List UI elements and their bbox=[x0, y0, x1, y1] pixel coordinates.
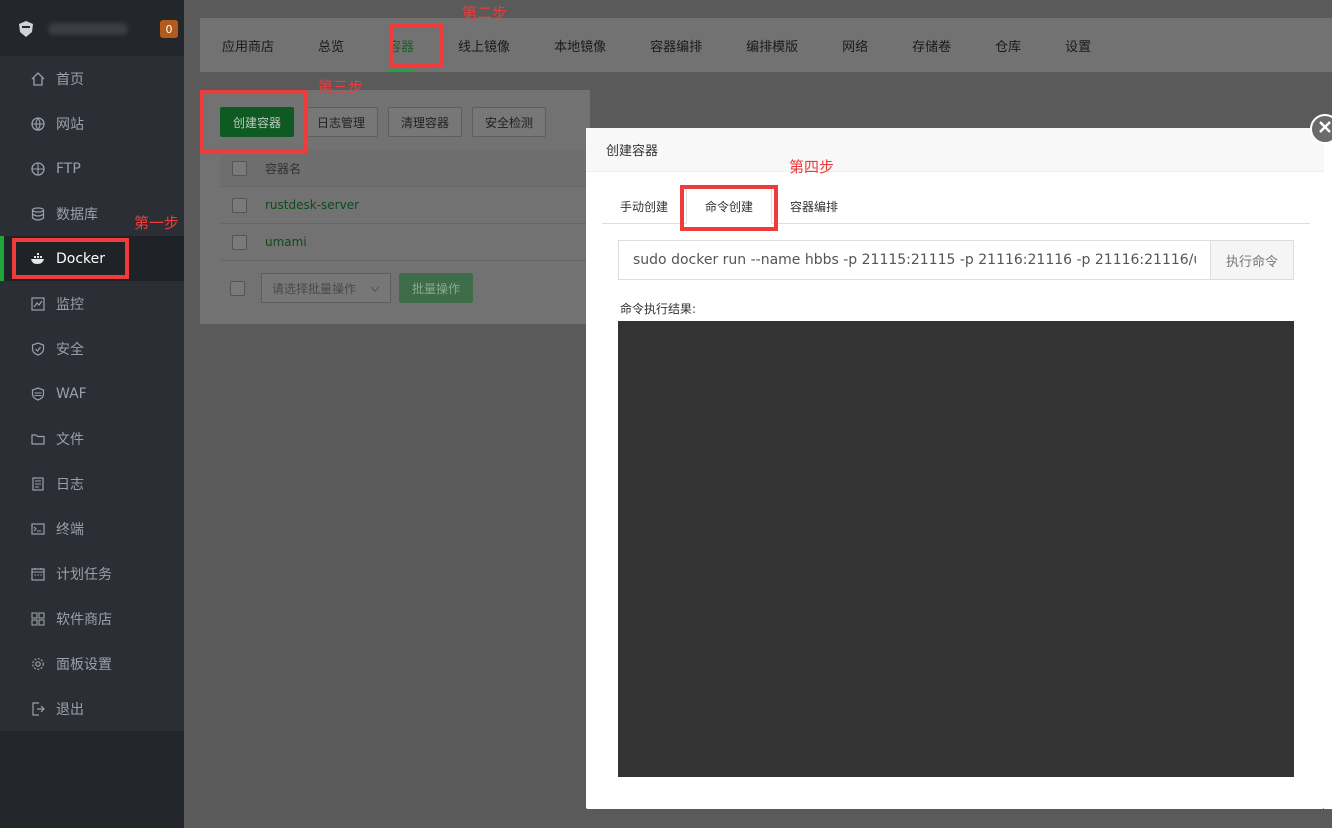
modal-close-button[interactable] bbox=[1310, 114, 1332, 144]
annotation-step1: 第一步 bbox=[134, 214, 180, 232]
sidebar-item-label: 日志 bbox=[56, 476, 84, 493]
sidebar-item-cron[interactable]: 计划任务 bbox=[0, 551, 184, 596]
sidebar-item-security[interactable]: 安全 bbox=[0, 326, 184, 371]
logout-icon bbox=[30, 701, 46, 717]
sidebar-item-waf[interactable]: WAF bbox=[0, 371, 184, 416]
sidebar-item-terminal[interactable]: 终端 bbox=[0, 506, 184, 551]
shield-icon bbox=[30, 341, 46, 357]
tab-compose-templates[interactable]: 编排模版 bbox=[724, 18, 820, 72]
sidebar-item-label: 安全 bbox=[56, 341, 84, 358]
sidebar-item-monitor[interactable]: 监控 bbox=[0, 281, 184, 326]
app-grid-icon bbox=[30, 611, 46, 627]
waf-shield-icon bbox=[30, 386, 46, 402]
bulk-action-select[interactable]: 请选择批量操作 bbox=[261, 273, 391, 303]
log-document-icon bbox=[30, 476, 46, 492]
sidebar-item-label: 软件商店 bbox=[56, 611, 112, 628]
sidebar-item-label: 数据库 bbox=[56, 206, 98, 223]
bulk-actions: 请选择批量操作 批量操作 bbox=[220, 273, 474, 303]
database-icon bbox=[30, 206, 46, 222]
bulk-select-checkbox[interactable] bbox=[230, 280, 245, 296]
select-all-checkbox[interactable] bbox=[232, 160, 247, 176]
tab-settings[interactable]: 设置 bbox=[1043, 18, 1113, 72]
panel-logo-icon bbox=[16, 19, 36, 39]
command-result-label: 命令执行结果: bbox=[620, 302, 697, 316]
terminal-icon bbox=[30, 521, 46, 537]
tab-app-store[interactable]: 应用商店 bbox=[200, 18, 296, 72]
tab-registry[interactable]: 仓库 bbox=[973, 18, 1043, 72]
sidebar-item-files[interactable]: 文件 bbox=[0, 416, 184, 461]
annotation-box-containers-tab bbox=[389, 24, 443, 67]
close-icon bbox=[1318, 120, 1332, 138]
notification-badge[interactable]: 0 bbox=[160, 20, 178, 38]
ftp-globe-icon bbox=[30, 161, 46, 177]
sidebar-item-logs[interactable]: 日志 bbox=[0, 461, 184, 506]
sidebar-item-label: 首页 bbox=[56, 71, 84, 88]
container-name-link[interactable]: umami bbox=[265, 235, 307, 249]
tab-online-images[interactable]: 线上镜像 bbox=[436, 18, 532, 72]
annotation-step4: 第四步 bbox=[789, 158, 835, 176]
tab-network[interactable]: 网络 bbox=[820, 18, 890, 72]
globe-icon bbox=[30, 116, 46, 132]
folder-icon bbox=[30, 431, 46, 447]
bulk-action-placeholder: 请选择批量操作 bbox=[272, 281, 357, 296]
annotation-step3: 第三步 bbox=[318, 78, 364, 96]
sidebar-item-ftp[interactable]: FTP bbox=[0, 146, 184, 191]
sidebar-item-label: WAF bbox=[56, 385, 87, 402]
tab-container-compose[interactable]: 容器编排 bbox=[772, 188, 856, 224]
sidebar-item-label: 文件 bbox=[56, 431, 84, 448]
row-checkbox[interactable] bbox=[232, 234, 247, 250]
sidebar-item-label: 终端 bbox=[56, 521, 84, 538]
sidebar: 0 首页 网站 FTP 数据库 Docker 监控 安全 WAF 文件 日志 终… bbox=[0, 0, 184, 828]
command-result-console[interactable] bbox=[618, 321, 1294, 777]
command-row: 执行命令 bbox=[618, 240, 1294, 280]
column-header-name: 容器名 bbox=[265, 161, 302, 176]
background-modal-edge bbox=[1324, 128, 1332, 809]
modal-title: 创建容器 bbox=[586, 128, 1324, 172]
table-row: rustdesk-server bbox=[220, 187, 590, 224]
sidebar-item-home[interactable]: 首页 bbox=[0, 56, 184, 101]
sidebar-item-label: 网站 bbox=[56, 116, 84, 133]
sidebar-item-logout[interactable]: 退出 bbox=[0, 686, 184, 731]
tab-manual-create[interactable]: 手动创建 bbox=[602, 188, 686, 224]
command-input[interactable] bbox=[618, 240, 1210, 280]
security-check-button[interactable]: 安全检测 bbox=[472, 107, 547, 137]
sidebar-item-label: 计划任务 bbox=[56, 566, 112, 583]
calendar-icon bbox=[30, 566, 46, 582]
container-name-link[interactable]: rustdesk-server bbox=[265, 198, 359, 212]
chevron-down-icon bbox=[370, 281, 380, 295]
annotation-step2: 第二步 bbox=[462, 4, 508, 22]
row-checkbox[interactable] bbox=[232, 197, 247, 213]
clean-containers-button[interactable]: 清理容器 bbox=[388, 107, 463, 137]
annotation-box-create-button bbox=[200, 90, 308, 154]
sidebar-item-settings[interactable]: 面板设置 bbox=[0, 641, 184, 686]
sidebar-item-label: 面板设置 bbox=[56, 656, 112, 673]
container-table: 容器名 rustdesk-server umami bbox=[220, 150, 590, 261]
sidebar-item-label: FTP bbox=[56, 160, 81, 177]
tab-overview[interactable]: 总览 bbox=[296, 18, 366, 72]
log-management-button[interactable]: 日志管理 bbox=[304, 107, 379, 137]
gear-icon bbox=[30, 656, 46, 672]
server-name-blurred bbox=[48, 23, 128, 35]
tab-compose[interactable]: 容器编排 bbox=[628, 18, 724, 72]
table-header: 容器名 bbox=[220, 150, 590, 187]
annotation-box-docker bbox=[12, 238, 129, 279]
sidebar-item-label: 监控 bbox=[56, 296, 84, 313]
sidebar-item-website[interactable]: 网站 bbox=[0, 101, 184, 146]
sidebar-header: 0 bbox=[0, 0, 184, 58]
monitor-chart-icon bbox=[30, 296, 46, 312]
sidebar-item-label: 退出 bbox=[56, 701, 84, 718]
bulk-action-button[interactable]: 批量操作 bbox=[399, 273, 474, 303]
sidebar-menu: 首页 网站 FTP 数据库 Docker 监控 安全 WAF 文件 日志 终端 … bbox=[0, 56, 184, 731]
execute-command-button[interactable]: 执行命令 bbox=[1210, 240, 1294, 280]
sidebar-item-appstore[interactable]: 软件商店 bbox=[0, 596, 184, 641]
docker-top-nav: 应用商店 总览 容器 线上镜像 本地镜像 容器编排 编排模版 网络 存储卷 仓库… bbox=[200, 18, 1332, 72]
tab-local-images[interactable]: 本地镜像 bbox=[532, 18, 628, 72]
annotation-box-command-tab bbox=[680, 185, 778, 231]
table-row: umami bbox=[220, 224, 590, 261]
home-icon bbox=[30, 71, 46, 87]
tab-volumes[interactable]: 存储卷 bbox=[890, 18, 973, 72]
